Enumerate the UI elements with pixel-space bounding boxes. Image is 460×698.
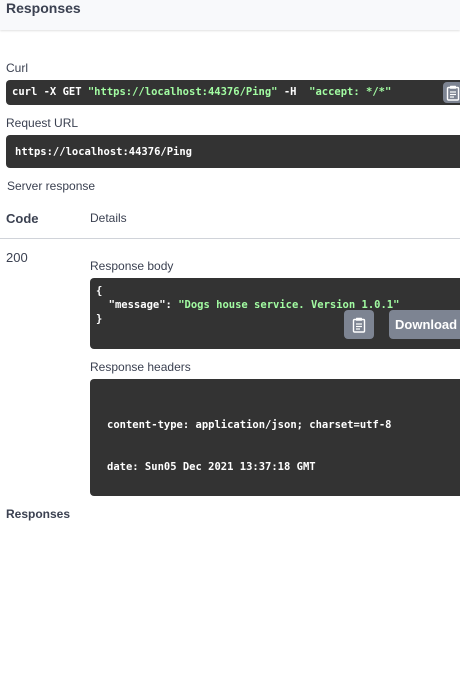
response-headers-list: content-type: application/json; charset=… bbox=[107, 390, 410, 698]
response-header-line: x-powered-by: ASP.NET bbox=[107, 545, 240, 557]
curl-command-prefix: curl -X GET bbox=[12, 86, 88, 98]
column-header-code: Code bbox=[6, 211, 39, 226]
response-header-line: x-rate-limit-remaining: 4 bbox=[107, 629, 266, 641]
response-headers-label: Response headers bbox=[90, 360, 191, 374]
responses-footer-label: Responses bbox=[6, 507, 71, 521]
response-body-open-brace: { bbox=[96, 285, 103, 297]
response-header-line: content-type: application/json; charset=… bbox=[107, 419, 392, 431]
curl-command-url: "https://localhost:44376/Ping" bbox=[87, 86, 278, 98]
response-body-copy-button[interactable] bbox=[344, 310, 374, 339]
responses-title: Responses bbox=[6, 0, 81, 16]
request-url-label: Request URL bbox=[6, 116, 79, 130]
response-header-line: x-rate-limit-limit: 20s bbox=[107, 587, 253, 599]
curl-command: curl -X GET "https://localhost:44376/Pin… bbox=[12, 86, 391, 98]
server-response-label: Server response bbox=[7, 179, 96, 193]
response-body-label: Response body bbox=[90, 259, 174, 273]
download-button[interactable]: Download bbox=[389, 310, 460, 339]
clipboard-icon bbox=[352, 317, 366, 333]
curl-label: Curl bbox=[6, 61, 29, 75]
curl-copy-button[interactable] bbox=[443, 82, 460, 103]
response-body-key: "message": bbox=[96, 299, 179, 311]
curl-command-flag: -H bbox=[277, 86, 310, 98]
response-header-line: date: Sun05 Dec 2021 13:37:18 GMT bbox=[107, 461, 316, 473]
request-url-value: https://localhost:44376/Ping bbox=[15, 146, 193, 158]
response-status-code: 200 bbox=[6, 250, 28, 265]
curl-command-header: "accept: */*" bbox=[309, 86, 392, 98]
table-header-divider bbox=[0, 238, 460, 239]
response-header-line: x-rate-limit-reset: 2021-12-05T13:37:38.… bbox=[107, 671, 411, 683]
column-header-details: Details bbox=[90, 211, 127, 225]
clipboard-icon bbox=[446, 85, 460, 101]
